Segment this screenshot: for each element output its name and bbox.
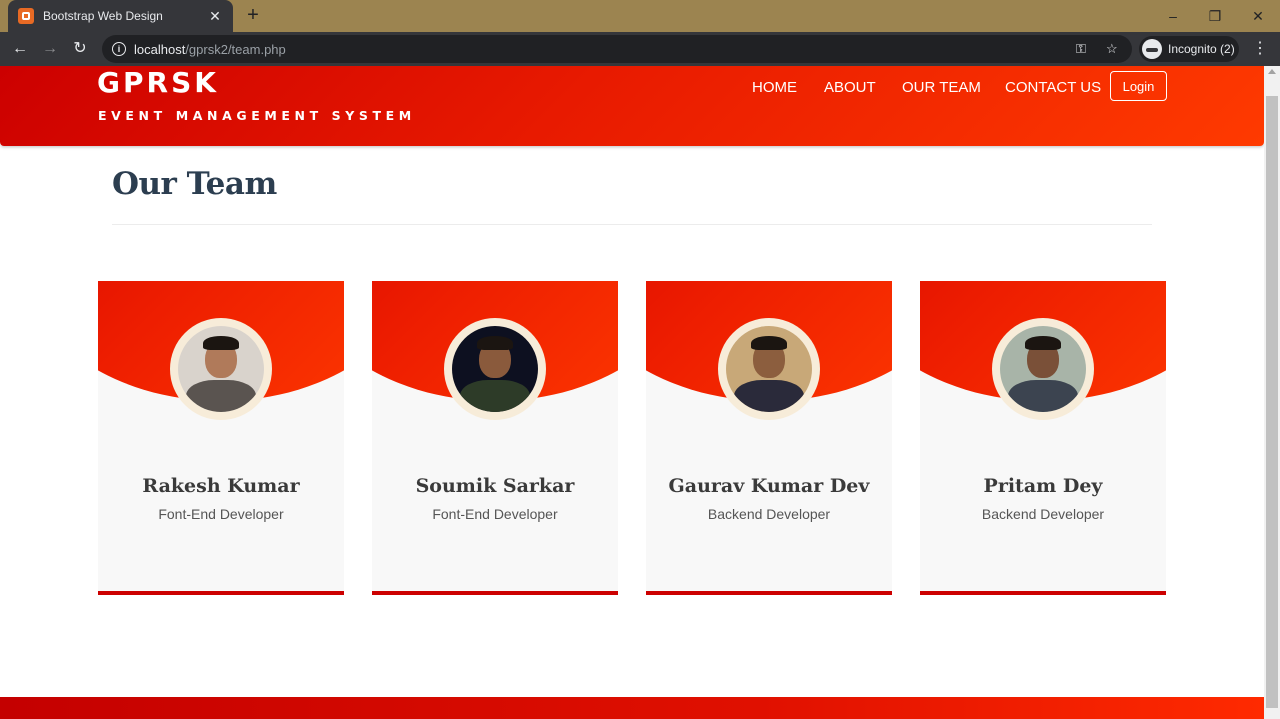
photo-hair <box>477 336 513 350</box>
back-arrow-icon[interactable]: ← <box>10 39 30 59</box>
tab-close-icon[interactable]: ✕ <box>207 8 223 25</box>
nav-link-about[interactable]: ABOUT <box>824 79 876 96</box>
member-role: Backend Developer <box>981 506 1105 522</box>
incognito-indicator[interactable]: Incognito (2) <box>1139 36 1239 62</box>
tab-title: Bootstrap Web Design <box>43 9 163 23</box>
page-title: Our Team <box>112 166 277 202</box>
member-photo <box>1000 326 1086 412</box>
card-bottom-bar <box>372 591 618 595</box>
site-header: GPRSK EVENT MANAGEMENT SYSTEM HOME ABOUT… <box>0 66 1264 146</box>
brand-subtitle: EVENT MANAGEMENT SYSTEM <box>98 108 416 123</box>
photo-body <box>1008 380 1078 412</box>
nav-link-contact-us[interactable]: CONTACT US <box>1005 79 1101 96</box>
brand-logo[interactable]: GPRSK <box>97 66 219 99</box>
photo-body <box>734 380 804 412</box>
member-name: Gaurav Kumar Dev <box>668 475 870 497</box>
title-divider <box>112 224 1152 225</box>
minimize-icon[interactable]: – <box>1163 6 1183 26</box>
window-close-icon[interactable]: ✕ <box>1248 6 1268 26</box>
avatar <box>444 318 546 420</box>
browser-tab-strip: Bootstrap Web Design ✕ + – ❐ ✕ <box>0 0 1280 32</box>
incognito-label: Incognito (2) <box>1168 42 1235 56</box>
url-host: localhost <box>134 41 186 57</box>
login-button[interactable]: Login <box>1110 71 1167 101</box>
avatar <box>170 318 272 420</box>
member-photo <box>726 326 812 412</box>
new-tab-button[interactable]: + <box>243 5 263 27</box>
card-bottom-bar <box>920 591 1166 595</box>
member-name: Pritam Dey <box>983 475 1103 497</box>
card-bottom-bar <box>646 591 892 595</box>
avatar <box>992 318 1094 420</box>
incognito-icon <box>1142 39 1162 59</box>
reload-icon[interactable]: ↻ <box>70 39 90 59</box>
member-name: Soumik Sarkar <box>415 475 575 497</box>
browser-tab[interactable]: Bootstrap Web Design ✕ <box>8 0 233 32</box>
photo-hair <box>751 336 787 350</box>
photo-body <box>186 380 256 412</box>
page-viewport: GPRSK EVENT MANAGEMENT SYSTEM HOME ABOUT… <box>0 66 1264 719</box>
address-bar[interactable]: i localhost/gprsk2/team.php ⚿ ☆ <box>102 35 1132 63</box>
team-card: Rakesh Kumar Font-End Developer <box>98 281 344 595</box>
site-info-icon[interactable]: i <box>112 42 126 56</box>
nav-link-our-team[interactable]: OUR TEAM <box>902 79 981 96</box>
scrollbar-thumb[interactable] <box>1266 96 1278 708</box>
team-card: Soumik Sarkar Font-End Developer <box>372 281 618 595</box>
footer-band <box>0 697 1264 719</box>
photo-hair <box>203 336 239 350</box>
member-role: Backend Developer <box>707 506 831 522</box>
browser-menu-icon[interactable]: ⋮ <box>1252 38 1268 58</box>
scroll-up-arrow-icon[interactable] <box>1268 69 1276 74</box>
photo-hair <box>1025 336 1061 350</box>
nav-link-home[interactable]: HOME <box>752 79 797 96</box>
member-photo <box>452 326 538 412</box>
url-path: /gprsk2/team.php <box>185 41 286 57</box>
team-card: Pritam Dey Backend Developer <box>920 281 1166 595</box>
card-bottom-bar <box>98 591 344 595</box>
bookmark-star-icon[interactable]: ☆ <box>1106 41 1118 57</box>
site-favicon-icon <box>18 8 34 24</box>
team-card: Gaurav Kumar Dev Backend Developer <box>646 281 892 595</box>
page-scrollbar[interactable] <box>1264 66 1280 719</box>
member-name: Rakesh Kumar <box>142 475 300 497</box>
member-role: Font-End Developer <box>158 506 284 522</box>
restore-icon[interactable]: ❐ <box>1205 6 1225 26</box>
member-photo <box>178 326 264 412</box>
avatar <box>718 318 820 420</box>
forward-arrow-icon[interactable]: → <box>40 39 60 59</box>
browser-toolbar: ← → ↻ i localhost/gprsk2/team.php ⚿ ☆ In… <box>0 32 1280 66</box>
member-role: Font-End Developer <box>432 506 558 522</box>
photo-body <box>460 380 530 412</box>
key-icon[interactable]: ⚿ <box>1076 41 1086 57</box>
